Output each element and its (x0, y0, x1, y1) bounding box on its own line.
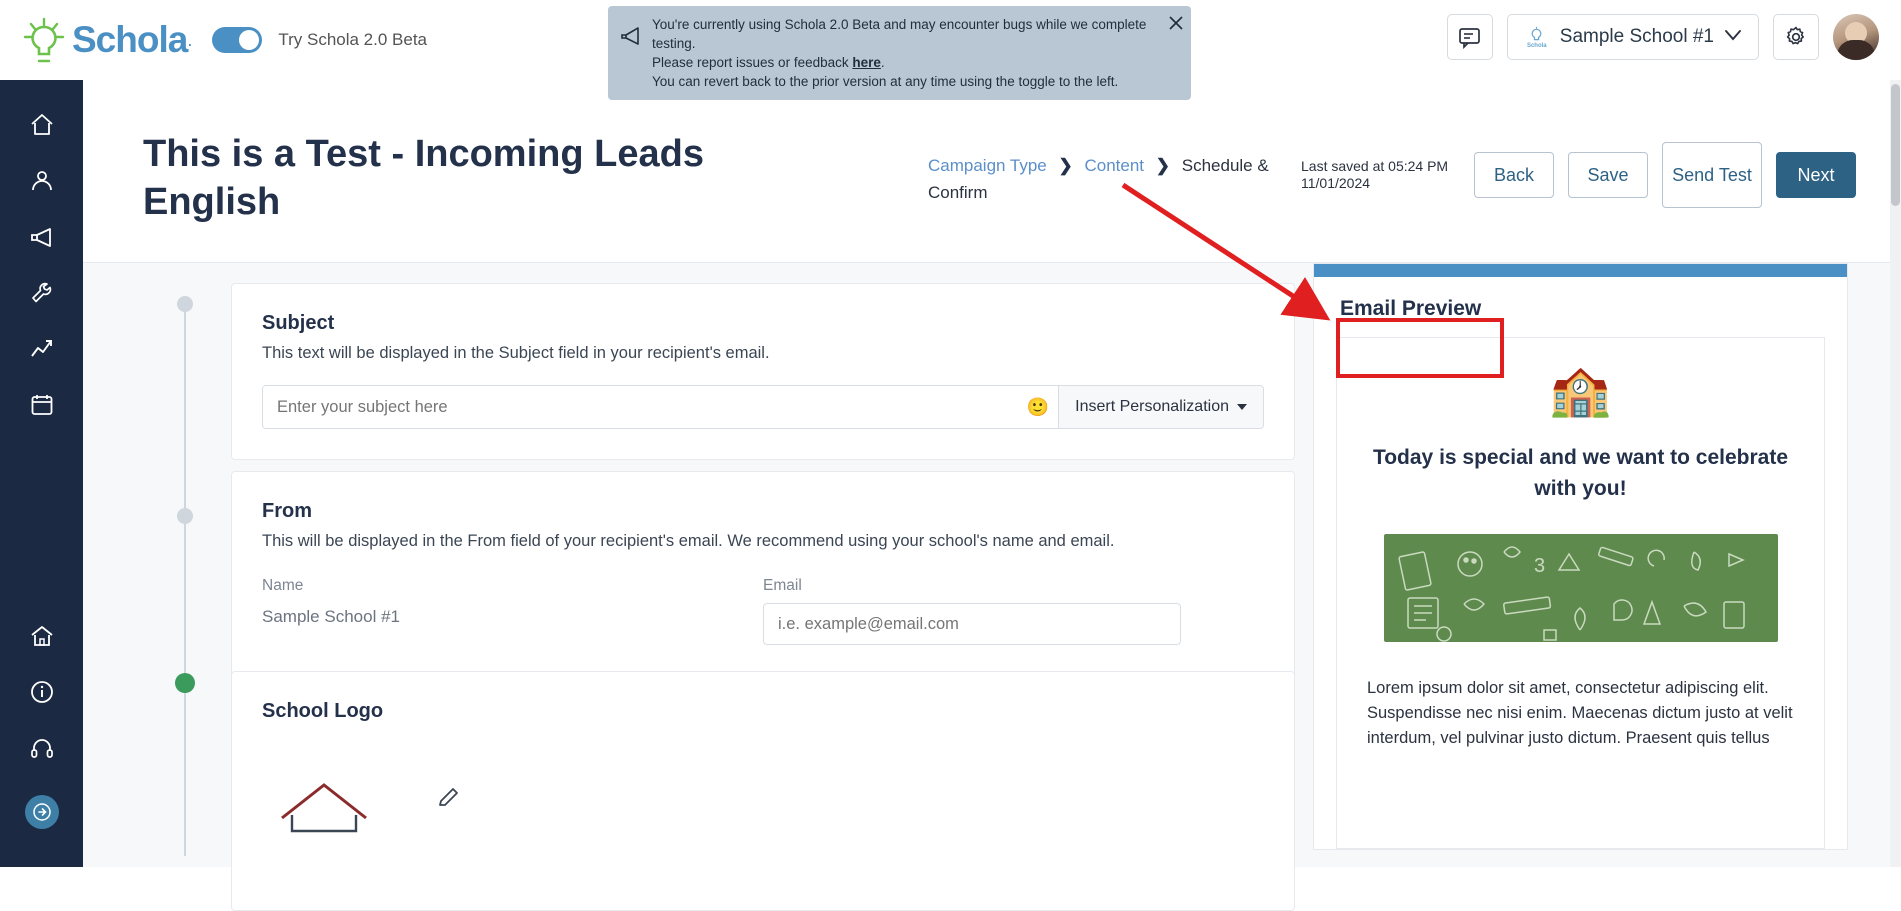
feedback-link[interactable]: here (852, 55, 881, 70)
schola-logo[interactable]: Schola . (18, 14, 192, 66)
breadcrumb-item-campaign-type[interactable]: Campaign Type (928, 156, 1047, 175)
sidebar-item-campaigns[interactable] (19, 214, 65, 260)
breadcrumb: Campaign Type ❯ Content ❯ Schedule & Con… (928, 152, 1288, 206)
email-preview-title: Email Preview (1340, 297, 1482, 320)
name-label: Name (262, 577, 304, 594)
chevron-down-icon (1724, 28, 1742, 46)
settings-button[interactable] (1773, 14, 1819, 60)
sidebar-item-school[interactable] (19, 613, 65, 659)
school-logo-image (281, 783, 367, 833)
sidebar-item-students[interactable] (19, 158, 65, 204)
schola-mini-logo-icon: Schola (1524, 22, 1550, 52)
school-logo-card-title: School Logo (262, 700, 384, 722)
sidebar-item-info[interactable] (19, 669, 65, 715)
timeline-dot-from (177, 508, 193, 524)
school-name-label: Sample School #1 (1559, 26, 1714, 47)
insert-personalization-label: Insert Personalization (1075, 398, 1229, 415)
last-saved-time: Last saved at 05:24 PM (1301, 158, 1449, 174)
save-button[interactable]: Save (1568, 152, 1648, 198)
banner-line-1: You're currently using Schola 2.0 Beta a… (652, 17, 1147, 51)
svg-text:3: 3 (1534, 555, 1545, 577)
name-value: Sample School #1 (262, 607, 400, 626)
insert-personalization-dropdown[interactable]: Insert Personalization (1058, 386, 1263, 428)
sidebar-item-analytics[interactable] (19, 326, 65, 372)
user-avatar[interactable] (1833, 14, 1879, 60)
next-button[interactable]: Next (1776, 152, 1856, 198)
sidebar-item-tools[interactable] (19, 270, 65, 316)
top-bar: Schola . Try Schola 2.0 Beta You're curr… (0, 0, 1901, 100)
school-logo-upload-area[interactable] (262, 763, 1264, 833)
from-email-field-group: Email (763, 577, 1264, 645)
page-title: This is a Test - Incoming Leads English (143, 133, 704, 223)
scrollbar-thumb[interactable] (1891, 84, 1900, 206)
breadcrumb-separator-icon: ❯ (1155, 156, 1171, 175)
sidebar-navigation (0, 80, 83, 867)
main-content: Subject This text will be displayed in t… (83, 263, 1901, 911)
preview-accent-bar (1314, 264, 1847, 277)
breadcrumb-item-content[interactable]: Content (1084, 156, 1144, 175)
breadcrumb-separator-icon: ❯ (1058, 156, 1073, 175)
emoji-picker-icon[interactable]: 🙂 (1018, 386, 1059, 428)
timeline-dot-subject (177, 296, 193, 312)
banner-line-3: You can revert back to the prior version… (652, 74, 1119, 89)
subject-card-description: This text will be displayed in the Subje… (262, 344, 770, 362)
megaphone-icon (620, 25, 642, 47)
beta-toggle-label: Try Schola 2.0 Beta (278, 30, 428, 49)
from-fields: Name Sample School #1 Email (262, 577, 1264, 645)
from-card: From This will be displayed in the From … (231, 471, 1295, 680)
from-name-field-group: Name Sample School #1 (262, 577, 763, 645)
school-logo-card: School Logo (231, 671, 1295, 911)
subject-card: Subject This text will be displayed in t… (231, 283, 1295, 460)
expand-sidebar-button[interactable] (24, 795, 59, 829)
chevron-down-icon (1237, 404, 1247, 410)
logo-wordmark: Schola (72, 19, 188, 60)
beta-notification-banner: You're currently using Schola 2.0 Beta a… (608, 6, 1191, 100)
email-label: Email (763, 577, 802, 594)
banner-line-2-suffix: . (880, 55, 885, 70)
timeline-line (184, 296, 186, 856)
last-saved-date: 11/01/2024 (1301, 175, 1371, 191)
edit-pencil-icon[interactable] (436, 785, 462, 811)
step-timeline (173, 263, 197, 867)
email-headline: Today is special and we want to celebrat… (1372, 446, 1789, 500)
sidebar-item-home[interactable] (19, 102, 65, 148)
send-test-button[interactable]: Send Test (1662, 142, 1762, 208)
lightbulb-icon (18, 14, 70, 66)
timeline-dot-school-logo (175, 673, 195, 693)
email-input[interactable] (763, 603, 1181, 645)
last-saved-info: Last saved at 05:24 PM 11/01/2024 (1301, 158, 1476, 192)
subject-input-group: 🙂 Insert Personalization (262, 385, 1264, 429)
preview-header: Email Preview (1314, 277, 1847, 337)
sidebar-item-support[interactable] (19, 725, 65, 771)
page-header: This is a Test - Incoming Leads English … (83, 80, 1901, 263)
messages-button[interactable] (1446, 14, 1493, 60)
school-building-emoji: 🏫 (1549, 362, 1612, 418)
sidebar-item-calendar[interactable] (19, 382, 65, 428)
page-scrollbar[interactable] (1890, 80, 1901, 867)
email-preview-panel: Email Preview 🏫 Today is special and we … (1313, 263, 1848, 850)
page-action-buttons: Back Save Send Test Next (1474, 142, 1856, 208)
beta-toggle[interactable] (212, 27, 263, 53)
close-icon[interactable] (1168, 15, 1184, 31)
from-card-description: This will be displayed in the From field… (262, 532, 1115, 550)
banner-line-2-prefix: Please report issues or feedback (652, 55, 853, 70)
email-hero-image: 3 (1383, 534, 1778, 642)
logo-dot: . (187, 29, 193, 50)
top-bar-actions: Schola Sample School #1 (1446, 14, 1879, 60)
subject-input[interactable] (263, 386, 1019, 428)
email-body-text: Lorem ipsum dolor sit amet, consectetur … (1367, 679, 1793, 747)
from-card-title: From (262, 500, 312, 522)
subject-card-title: Subject (262, 312, 335, 334)
email-preview-body: 🏫 Today is special and we want to celebr… (1336, 337, 1825, 849)
back-button[interactable]: Back (1474, 152, 1554, 198)
banner-line-2: Please report issues or feedback here. (652, 53, 1181, 72)
school-selector[interactable]: Schola Sample School #1 (1506, 14, 1759, 60)
